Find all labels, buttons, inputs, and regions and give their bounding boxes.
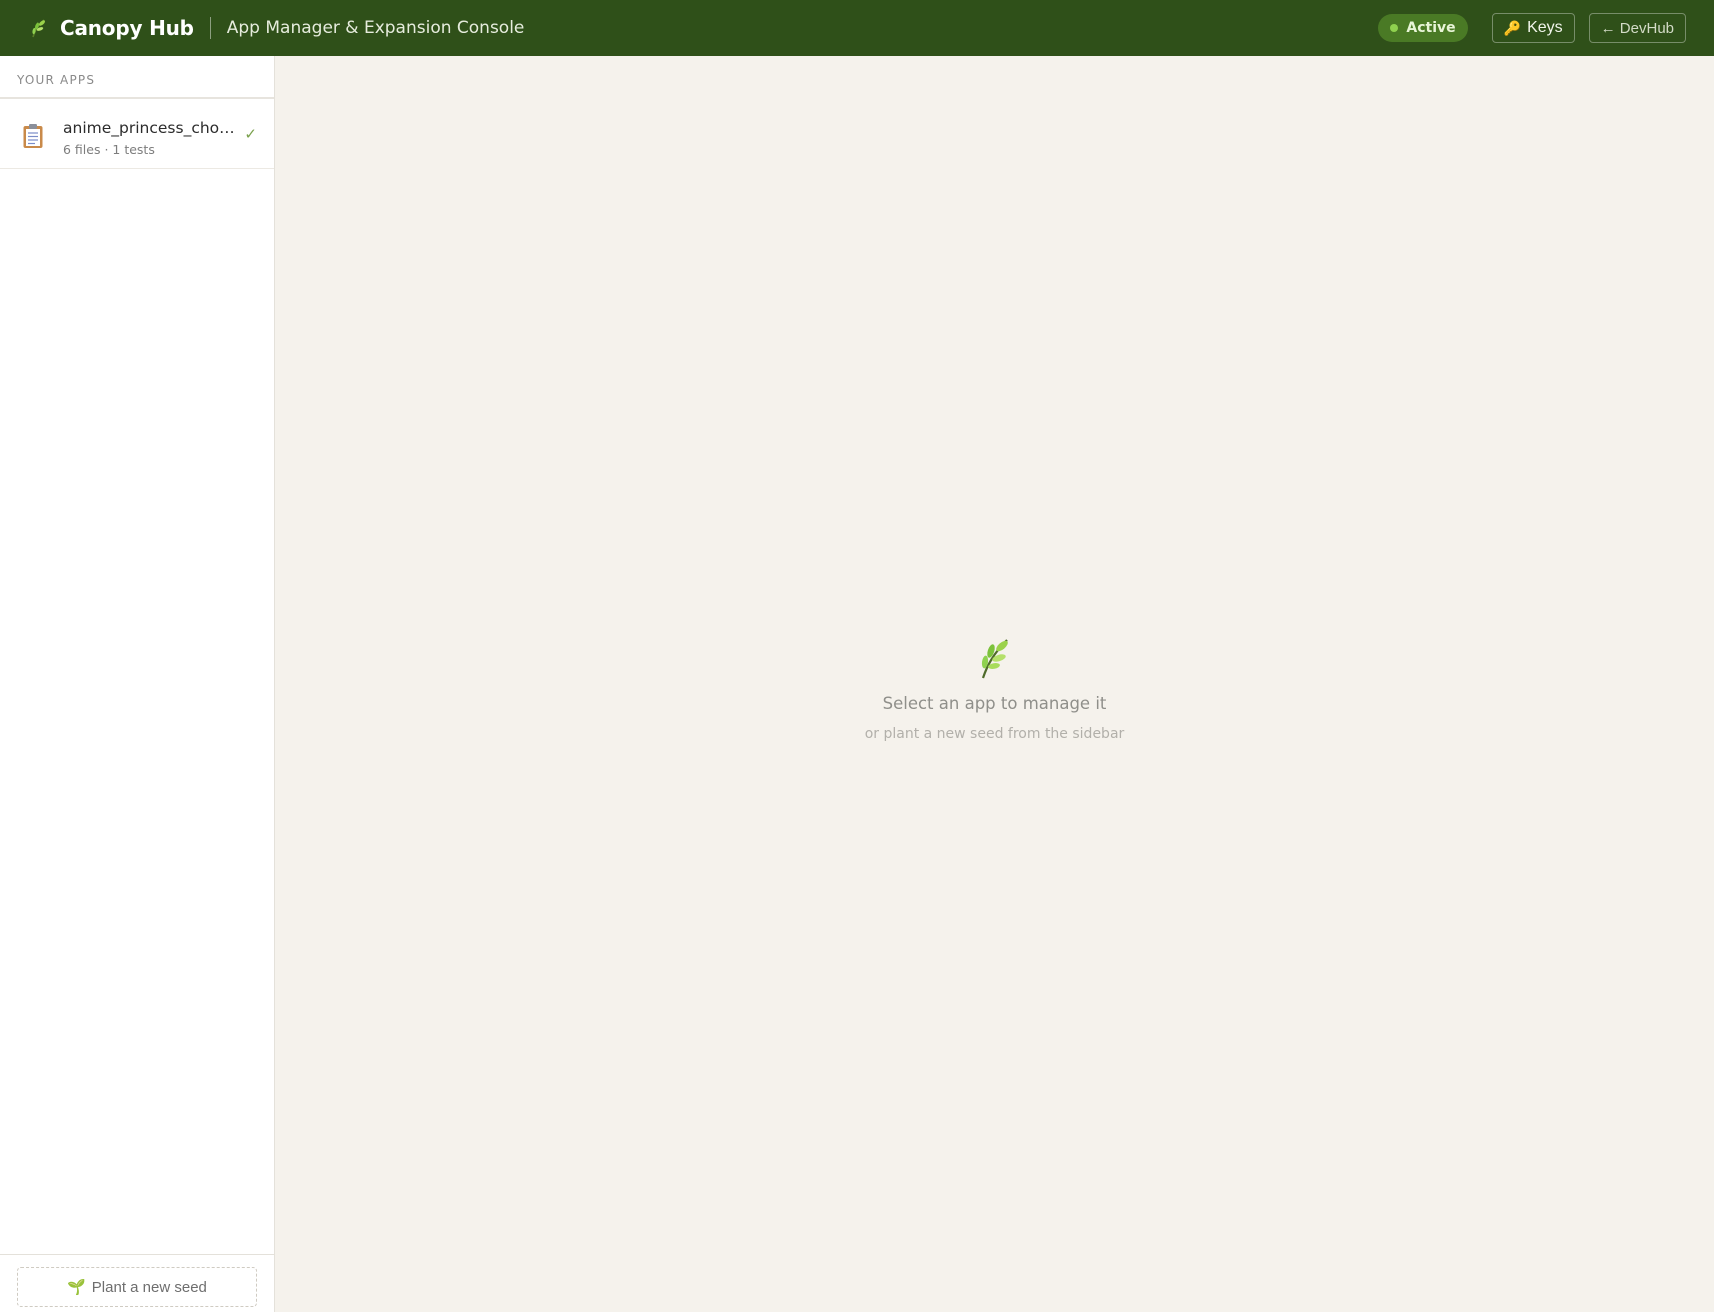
check-icon: ✓ (244, 125, 257, 143)
top-bar: Canopy Hub App Manager & Expansion Conso… (0, 0, 1714, 56)
leafy-branch-icon (28, 17, 50, 39)
app-name: anime_princess_chor... (63, 119, 235, 137)
sidebar-footer: 🌱 Plant a new seed (0, 1254, 274, 1312)
app-meta: 6 files · 1 tests (63, 142, 155, 157)
status-label: Active (1406, 20, 1456, 36)
sidebar-section-label: YOUR APPS (0, 56, 274, 99)
status-badge: Active (1378, 14, 1468, 42)
top-bar-actions: Active 🔑 Keys ← DevHub (1378, 13, 1686, 43)
plant-new-seed-button[interactable]: 🌱 Plant a new seed (17, 1267, 257, 1307)
status-dot-icon (1390, 24, 1399, 32)
leafy-branch-icon (975, 636, 1015, 680)
sidebar: YOUR APPS anime_princess_chor... 6 files… (0, 56, 275, 1312)
keys-button-label: Keys (1527, 19, 1563, 36)
plant-button-label: Plant a new seed (91, 1278, 207, 1296)
seedling-icon: 🌱 (67, 1279, 86, 1296)
app-title: Canopy Hub (60, 16, 194, 40)
empty-state-subtitle: or plant a new seed from the sidebar (864, 726, 1125, 742)
app-list-item[interactable]: anime_princess_chor... 6 files · 1 tests… (0, 99, 274, 169)
empty-state-title: Select an app to manage it (882, 694, 1107, 713)
main-panel: Select an app to manage it or plant a ne… (275, 56, 1714, 1312)
title-divider (209, 17, 211, 39)
keys-button[interactable]: 🔑 Keys (1491, 13, 1575, 43)
clipboard-icon (22, 123, 44, 149)
key-icon: 🔑 (1503, 19, 1522, 36)
back-button-label: ← DevHub (1600, 19, 1674, 37)
app-subtitle: App Manager & Expansion Console (226, 18, 525, 38)
back-to-devhub-button[interactable]: ← DevHub (1588, 13, 1686, 43)
